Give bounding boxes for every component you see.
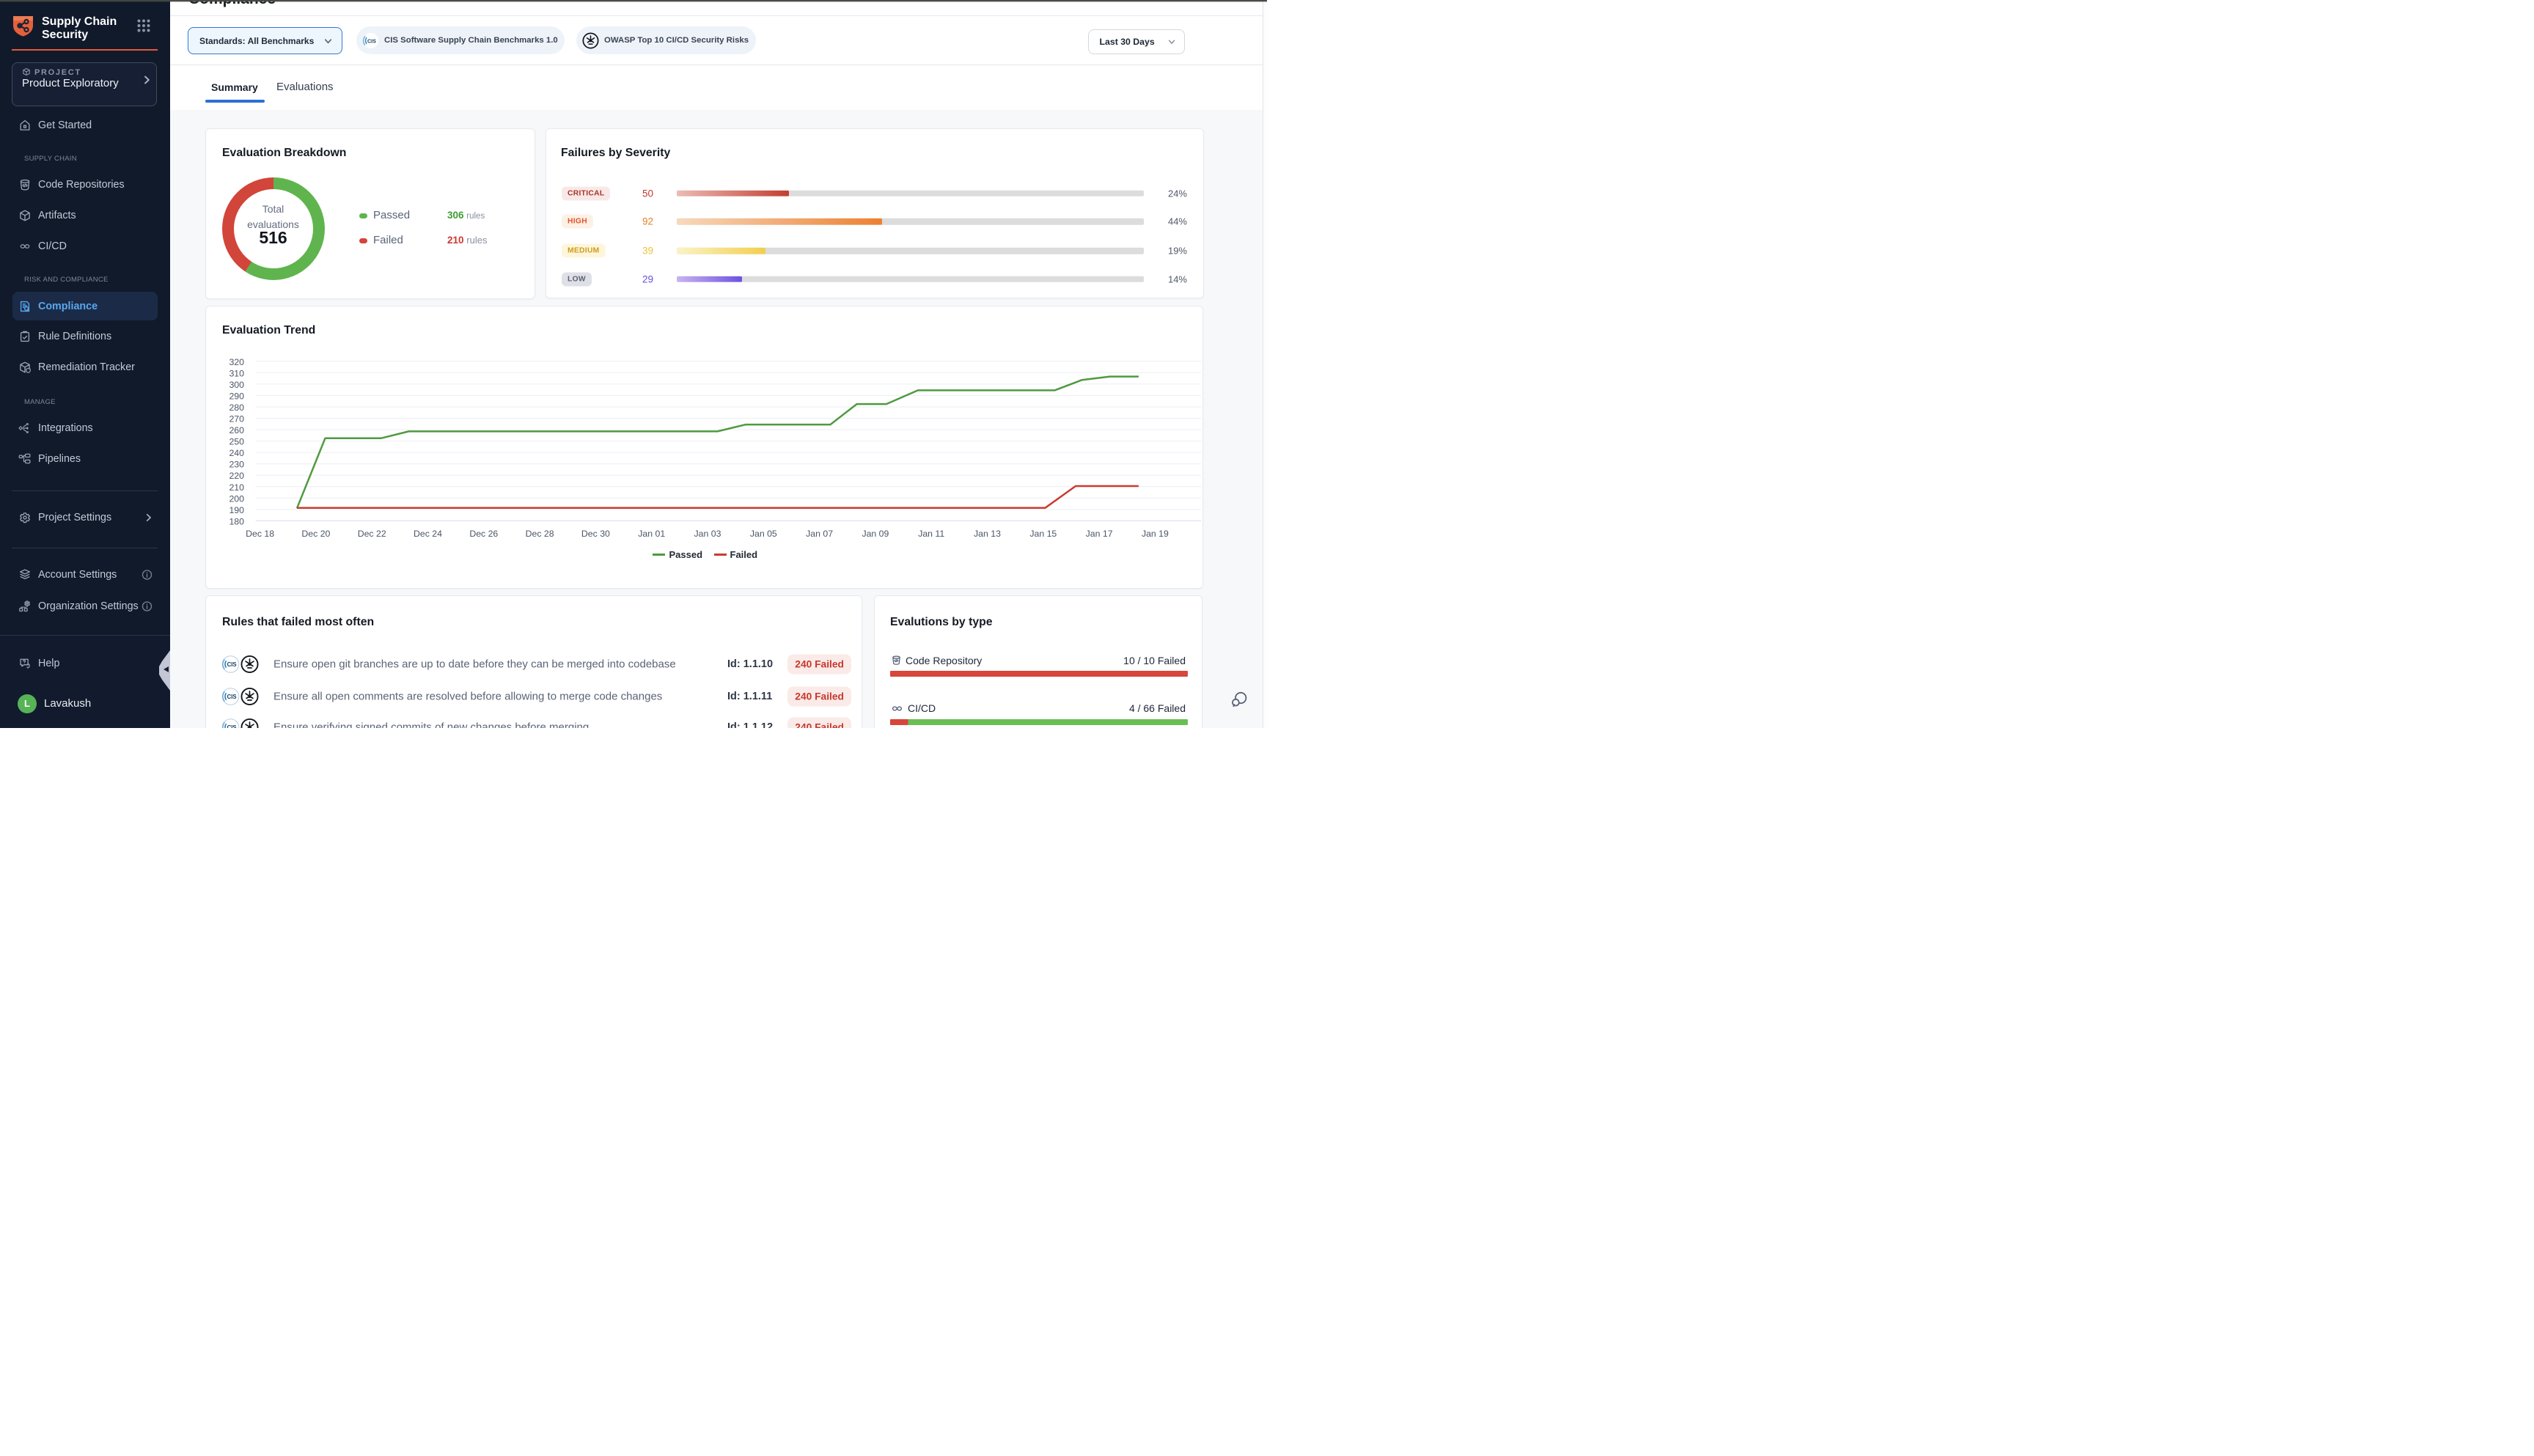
- svg-text:Jan 09: Jan 09: [862, 529, 889, 539]
- svg-text:Dec 30: Dec 30: [581, 529, 610, 539]
- svg-text:270: 270: [229, 414, 244, 424]
- svg-text:CIS: CIS: [227, 724, 237, 728]
- svg-text:Jan 11: Jan 11: [918, 529, 944, 539]
- svg-text:290: 290: [229, 391, 244, 401]
- svg-text:Dec 24: Dec 24: [414, 529, 442, 539]
- svg-text:210: 210: [229, 482, 244, 493]
- svg-text:280: 280: [229, 402, 244, 413]
- svg-text:Dec 18: Dec 18: [246, 529, 274, 539]
- svg-text:Jan 01: Jan 01: [638, 529, 665, 539]
- svg-text:CIS: CIS: [227, 694, 237, 700]
- svg-text:300: 300: [229, 380, 244, 390]
- svg-text:Dec 26: Dec 26: [469, 529, 498, 539]
- svg-text:CIS: CIS: [367, 38, 376, 44]
- svg-text:220: 220: [229, 471, 244, 481]
- svg-text:Jan 17: Jan 17: [1086, 529, 1113, 539]
- svg-text:250: 250: [229, 437, 244, 447]
- svg-text:200: 200: [229, 493, 244, 504]
- svg-text:230: 230: [229, 460, 244, 470]
- svg-text:320: 320: [229, 357, 244, 367]
- svg-text:Jan 15: Jan 15: [1029, 529, 1057, 539]
- svg-text:240: 240: [229, 448, 244, 458]
- svg-text:260: 260: [229, 425, 244, 435]
- svg-text:Jan 19: Jan 19: [1142, 529, 1169, 539]
- svg-text:180: 180: [229, 516, 244, 526]
- svg-text:Jan 07: Jan 07: [806, 529, 833, 539]
- svg-text:Dec 20: Dec 20: [301, 529, 330, 539]
- svg-text:Jan 13: Jan 13: [974, 529, 1001, 539]
- svg-text:Jan 03: Jan 03: [694, 529, 721, 539]
- svg-text:Dec 22: Dec 22: [358, 529, 386, 539]
- svg-text:Dec 28: Dec 28: [526, 529, 554, 539]
- svg-text:CIS: CIS: [227, 661, 237, 668]
- svg-text:310: 310: [229, 368, 244, 378]
- svg-text:Jan 05: Jan 05: [750, 529, 777, 539]
- svg-text:190: 190: [229, 505, 244, 515]
